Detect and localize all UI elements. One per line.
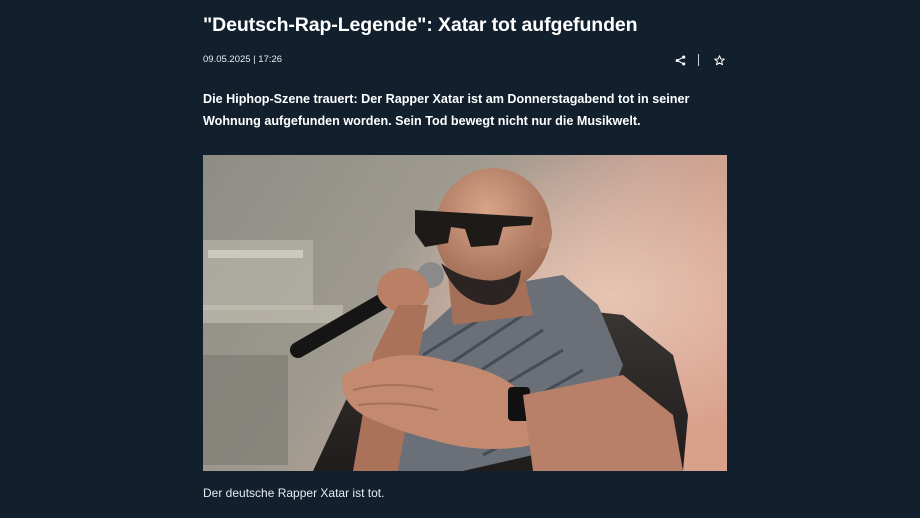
article-title: "Deutsch-Rap-Legende": Xatar tot aufgefu… [203,14,638,36]
publish-date: 09.05.2025 | 17:26 [203,54,283,65]
photo-caption: Der deutsche Rapper Xatar ist tot. [203,486,385,500]
article-meta: 09.05.2025 | 17:26 [203,52,727,68]
star-icon [713,54,725,65]
article-photo [203,155,727,471]
bookmark-button[interactable] [711,52,727,68]
article-lead: Die Hiphop-Szene trauert: Der Rapper Xat… [203,92,690,128]
rapper-photo-image [203,155,727,471]
share-button[interactable] [672,52,688,68]
article-actions [672,52,727,68]
share-icon [675,55,685,65]
action-divider [698,54,699,66]
